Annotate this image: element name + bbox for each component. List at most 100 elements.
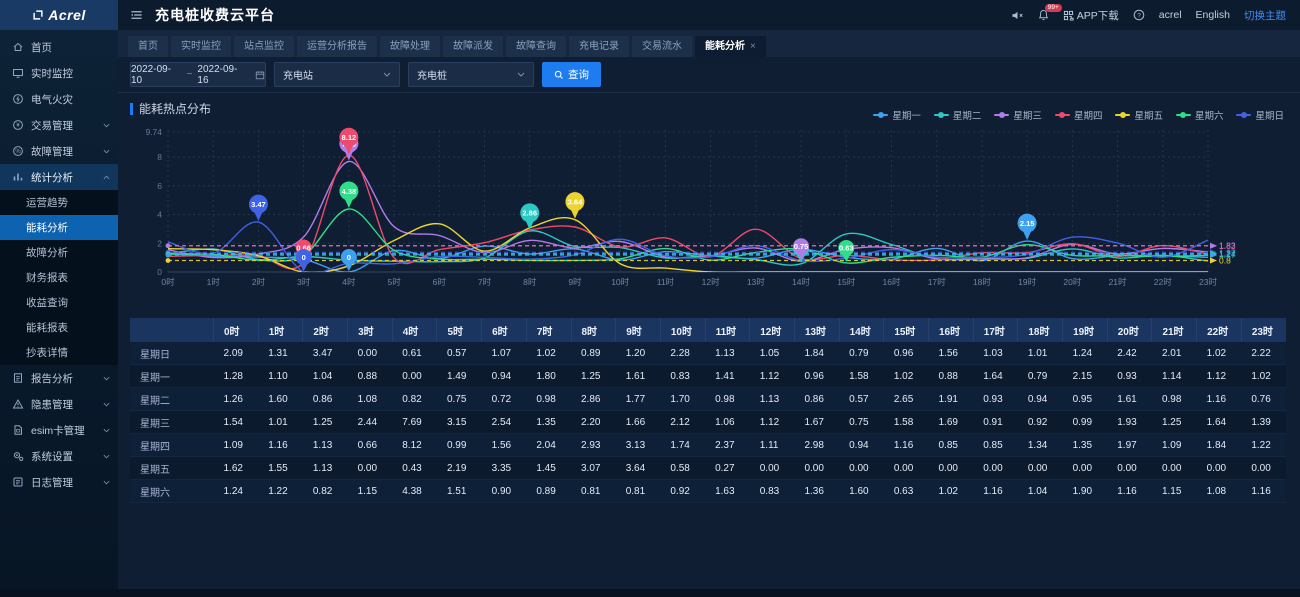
sidebar-item-电气火灾[interactable]: 电气火灾 [0, 86, 118, 112]
table-cell: 1.80 [526, 365, 571, 388]
fault-icon: % [12, 145, 24, 157]
table-row[interactable]: 星期四1.091.161.130.668.120.991.562.042.933… [130, 434, 1286, 457]
theme-switch-link[interactable]: 切换主题 [1244, 8, 1286, 23]
table-cell: 0.89 [526, 480, 571, 503]
column-header: 17时 [973, 318, 1018, 342]
table-row[interactable]: 星期一1.281.101.040.880.001.490.941.801.251… [130, 365, 1286, 388]
table-row[interactable]: 星期六1.241.220.821.154.381.510.900.890.810… [130, 480, 1286, 503]
table-row[interactable]: 星期五1.621.551.130.000.432.193.351.453.073… [130, 457, 1286, 480]
date-separator: ~ [187, 69, 193, 80]
row-label: 星期日 [130, 342, 214, 365]
markpoint: 4.38 [339, 182, 358, 209]
menu-collapse-icon[interactable] [130, 9, 143, 21]
sidebar-item-实时监控[interactable]: 实时监控 [0, 60, 118, 86]
table-cell: 1.24 [1063, 342, 1108, 365]
table-cell: 0.00 [1241, 457, 1286, 480]
mute-icon[interactable] [1011, 10, 1024, 21]
legend-item-星期一[interactable]: 星期一 [873, 108, 921, 122]
row-label: 星期五 [130, 457, 214, 480]
sidebar-item-label: 统计分析 [31, 170, 96, 185]
table-cell: 4.38 [392, 480, 437, 503]
legend-item-星期日[interactable]: 星期日 [1236, 108, 1284, 122]
sidebar-item-交易管理[interactable]: ¥交易管理 [0, 112, 118, 138]
help-icon[interactable]: ? [1133, 9, 1145, 21]
tab-充电记录[interactable]: 充电记录 [569, 36, 629, 57]
table-cell: 1.12 [750, 365, 795, 388]
svg-text:7时: 7时 [478, 277, 492, 287]
chart-legend: 星期一星期二 星期三星期四星期五星期六星期日 [873, 108, 1284, 122]
table-cell: 1.90 [1063, 480, 1108, 503]
svg-text:0.63: 0.63 [839, 244, 854, 253]
legend-item-星期五[interactable]: 星期五 [1115, 108, 1163, 122]
tab-故障查询[interactable]: 故障查询 [506, 36, 566, 57]
sidebar-subitem-能耗报表[interactable]: 能耗报表 [0, 315, 118, 340]
svg-text:?: ? [1137, 12, 1141, 19]
query-button[interactable]: 查询 [542, 62, 601, 87]
legend-swatch [1115, 114, 1130, 116]
table-cell: 1.16 [1197, 388, 1242, 411]
sidebar-subitem-运营趋势[interactable]: 运营趋势 [0, 190, 118, 215]
close-icon[interactable]: × [750, 41, 756, 52]
tab-能耗分析[interactable]: 能耗分析× [695, 36, 766, 57]
svg-text:15时: 15时 [837, 277, 855, 287]
table-cell: 0.98 [526, 388, 571, 411]
table-cell: 3.35 [482, 457, 527, 480]
sidebar-item-esim卡管理[interactable]: esim卡管理 [0, 417, 118, 443]
tab-故障派发[interactable]: 故障派发 [443, 36, 503, 57]
tab-交易流水[interactable]: 交易流水 [632, 36, 692, 57]
sidebar-item-故障管理[interactable]: %故障管理 [0, 138, 118, 164]
pile-select[interactable]: 充电桩 [408, 62, 534, 87]
sidebar-subitem-故障分析[interactable]: 故障分析 [0, 240, 118, 265]
legend-item-星期三[interactable]: 星期三 [994, 108, 1042, 122]
table-cell: 2.22 [1241, 342, 1286, 365]
sidebar-subitem-能耗分析[interactable]: 能耗分析 [0, 215, 118, 240]
notification-bell-icon[interactable]: 99+ [1038, 9, 1049, 21]
search-icon [554, 70, 564, 80]
sidebar-subitem-财务报表[interactable]: 财务报表 [0, 265, 118, 290]
row-label: 星期三 [130, 411, 214, 434]
sidebar-item-隐患管理[interactable]: 隐患管理 [0, 391, 118, 417]
legend-item-星期二[interactable]: 星期二 [934, 108, 982, 122]
sidebar-item-首页[interactable]: 首页 [0, 34, 118, 60]
svg-text:22时: 22时 [1154, 277, 1172, 287]
user-name[interactable]: acrel [1159, 9, 1182, 21]
tab-故障处理[interactable]: 故障处理 [380, 36, 440, 57]
sidebar: Acrel 首页实时监控电气火灾¥交易管理%故障管理统计分析运营趋势能耗分析故障… [0, 0, 118, 597]
legend-item-星期六[interactable]: 星期六 [1176, 108, 1224, 122]
tab-实时监控[interactable]: 实时监控 [171, 36, 231, 57]
svg-text:21时: 21时 [1109, 277, 1127, 287]
chart-panel-title: 能耗热点分布 [130, 100, 211, 117]
tab-运营分析报告[interactable]: 运营分析报告 [297, 36, 377, 57]
table-cell: 0.00 [392, 365, 437, 388]
sidebar-subitem-收益查询[interactable]: 收益查询 [0, 290, 118, 315]
sidebar-item-统计分析[interactable]: 统计分析 [0, 164, 118, 190]
sidebar-item-系统设置[interactable]: 系统设置 [0, 443, 118, 469]
legend-item-星期四[interactable]: 星期四 [1055, 108, 1103, 122]
table-row[interactable]: 星期二1.261.600.861.080.820.750.720.982.861… [130, 388, 1286, 411]
table-cell: 3.64 [616, 457, 661, 480]
table-cell: 1.58 [884, 411, 929, 434]
sidebar-item-报告分析[interactable]: 报告分析 [0, 365, 118, 391]
table-row[interactable]: 星期三1.541.011.252.447.693.152.541.352.201… [130, 411, 1286, 434]
tab-首页[interactable]: 首页 [128, 36, 168, 57]
sidebar-item-日志管理[interactable]: 日志管理 [0, 469, 118, 495]
table-cell: 1.16 [973, 480, 1018, 503]
table-cell: 0.94 [1018, 388, 1063, 411]
bottom-strip [0, 589, 1300, 597]
table-cell: 1.20 [616, 342, 661, 365]
table-cell: 1.93 [1107, 411, 1152, 434]
date-range-picker[interactable]: 2022-09-10 ~ 2022-09-16 [130, 62, 266, 87]
app-download-link[interactable]: APP下载 [1063, 8, 1119, 23]
energy-hotspot-chart: 024689.740时1时2时3时4时5时6时7时8时9时10时11时12时13… [130, 124, 1290, 300]
fire-icon [12, 93, 24, 105]
table-row[interactable]: 星期日2.091.313.470.000.610.571.071.020.891… [130, 342, 1286, 365]
legend-swatch [934, 114, 949, 116]
tab-站点监控[interactable]: 站点监控 [234, 36, 294, 57]
station-select[interactable]: 充电站 [274, 62, 400, 87]
language-switch[interactable]: English [1196, 9, 1230, 21]
svg-text:3.47: 3.47 [251, 200, 266, 209]
settings-icon [12, 450, 24, 462]
legend-label: 星期三 [1013, 108, 1042, 122]
sidebar-subitem-抄表详情[interactable]: 抄表详情 [0, 340, 118, 365]
table-cell: 2.54 [482, 411, 527, 434]
